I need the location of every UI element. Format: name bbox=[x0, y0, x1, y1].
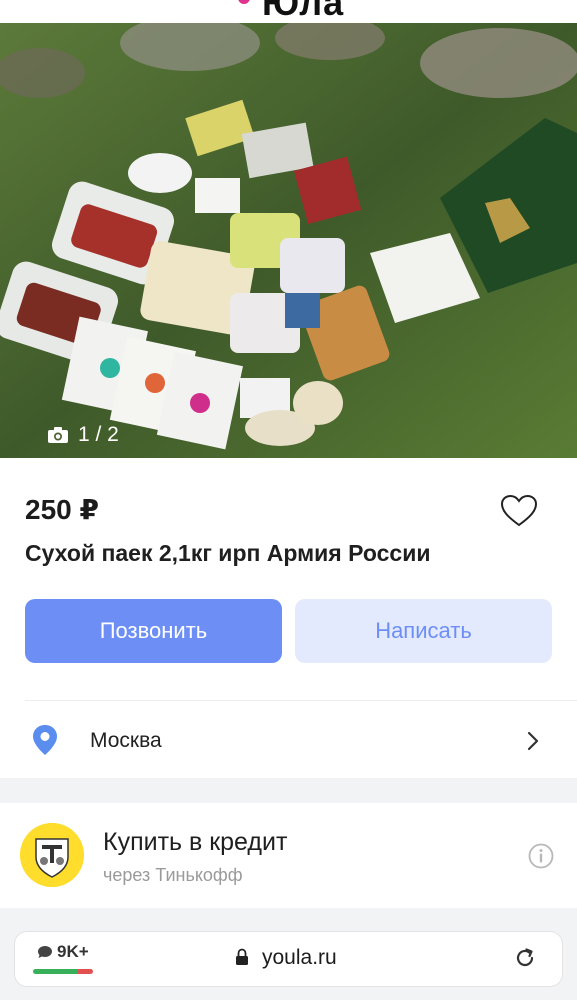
divider bbox=[25, 700, 577, 701]
camera-icon bbox=[48, 427, 68, 443]
heart-icon[interactable] bbox=[500, 494, 538, 528]
credit-title: Купить в кредит bbox=[103, 828, 288, 856]
product-photo[interactable]: 1 / 2 bbox=[0, 23, 577, 458]
tabs-counter[interactable]: 9K+ bbox=[37, 942, 89, 962]
chevron-right-icon[interactable] bbox=[525, 730, 541, 752]
credit-offer[interactable]: Купить в кредит через Тинькофф bbox=[0, 803, 577, 908]
app-header: Юла bbox=[0, 0, 577, 23]
listing-card: 250 ₽ Сухой паек 2,1кг ирп Армия России … bbox=[0, 458, 577, 778]
product-photo-image bbox=[0, 23, 577, 458]
reload-icon[interactable] bbox=[513, 946, 537, 970]
url-text[interactable]: youla.ru bbox=[262, 946, 337, 970]
price: 250 ₽ bbox=[25, 494, 99, 525]
call-button[interactable]: Позвонить bbox=[25, 599, 282, 663]
tinkoff-logo bbox=[20, 823, 84, 887]
location-text[interactable]: Москва bbox=[90, 729, 162, 753]
rating-bar-positive bbox=[33, 969, 78, 974]
rating-bar-negative bbox=[78, 969, 93, 974]
message-button[interactable]: Написать bbox=[295, 599, 552, 663]
listing-title: Сухой паек 2,1кг ирп Армия России bbox=[25, 540, 431, 566]
tabs-count-text: 9K+ bbox=[57, 942, 89, 961]
photo-counter-text: 1 / 2 bbox=[78, 423, 119, 446]
logo-mark bbox=[238, 0, 250, 4]
rating-bar bbox=[33, 969, 93, 974]
photo-counter: 1 / 2 bbox=[48, 423, 119, 447]
chat-bubble-icon bbox=[38, 946, 52, 958]
location-pin-icon bbox=[33, 725, 57, 755]
credit-subtitle: через Тинькофф bbox=[103, 865, 243, 885]
info-icon[interactable] bbox=[528, 843, 554, 869]
lock-icon bbox=[236, 948, 248, 965]
logo: Юла bbox=[262, 0, 345, 23]
browser-address-bar[interactable]: 9K+ youla.ru bbox=[15, 932, 562, 986]
